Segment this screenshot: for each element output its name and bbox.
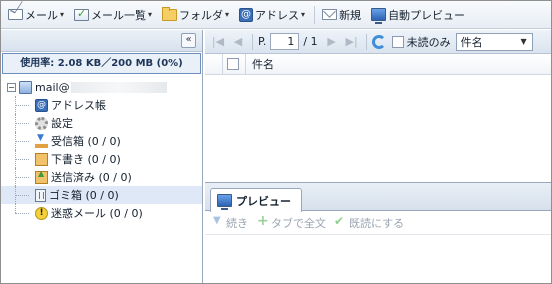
unread-only-checkbox[interactable] [391,35,404,48]
chevron-down-icon[interactable]: ▼ [517,35,531,49]
last-page-icon[interactable]: ▶| [345,35,359,49]
page-total: / 1 [303,35,318,48]
redacted-address [70,81,167,93]
tab-preview-label: プレビュー [236,194,291,208]
sidebar-item-address-book[interactable]: @ アドレス帳 [1,96,202,114]
storage-usage: 使用率: 2.08 KB／200 MB (0%) [2,53,201,74]
sort-select[interactable]: 件名 ▼ [455,32,533,51]
sidebar-item-label: ゴミ箱 (0 / 0) [49,189,119,202]
first-page-icon[interactable]: |◀ [211,35,225,49]
new-tab-icon [256,213,269,229]
mail-list-menu-button[interactable]: メール一覧 ▾ [71,4,155,26]
message-grid-header: 件名 [205,53,551,75]
folder-tree: − mail@ @ アドレス帳 設定 受信箱 (0 / 0) 下書き (0 / … [1,74,202,222]
select-all-cell [205,53,245,75]
continue-label: 続き [226,216,248,230]
draft-icon [35,152,48,166]
chevron-down-icon: ▾ [60,10,65,19]
auto-preview-button[interactable]: 自動プレビュー [368,4,468,26]
next-page-icon[interactable]: ▶ [325,35,339,49]
sidebar-item-label: 下書き (0 / 0) [51,153,121,166]
row-indicator-column [205,53,223,75]
folder-icon [162,6,178,21]
sort-select-value: 件名 [460,35,483,49]
address-book-icon: @ [239,7,254,22]
collapse-panel-button[interactable]: « [181,33,196,48]
folder-panel-header: « [1,30,202,52]
mail-list-icon [74,7,90,21]
address-menu-button[interactable]: @ アドレス ▾ [236,4,308,26]
folder-menu-label: フォルダ [179,8,224,22]
open-in-tab-button[interactable]: タブで全文 [256,213,326,231]
mail-list-menu-label: メール一覧 [91,8,147,22]
monitor-icon [371,8,387,24]
checkmark-icon [334,214,347,229]
sidebar-item-sent[interactable]: 送信済み (0 / 0) [1,168,202,186]
chevron-down-icon: ▾ [148,10,153,19]
chevron-down-icon: ▾ [301,10,306,19]
page-prefix: P. [258,35,267,48]
open-in-tab-label: タブで全文 [271,216,326,230]
prev-page-icon[interactable]: ◀ [231,35,245,49]
mail-icon [8,9,23,20]
preview-pane: プレビュー 続き タブで全文 既読にする [205,182,551,283]
toolbar-divider [314,5,316,24]
sidebar-item-inbox[interactable]: 受信箱 (0 / 0) [1,132,202,150]
address-menu-label: アドレス [255,8,300,22]
select-all-checkbox[interactable] [227,58,239,70]
mark-read-button[interactable]: 既読にする [334,214,405,231]
gear-icon [35,116,48,130]
sidebar-item-spam[interactable]: ! 迷惑メール (0 / 0) [1,204,202,222]
account-node[interactable]: − mail@ [1,78,202,96]
sidebar-item-label: 受信箱 (0 / 0) [51,135,121,148]
monitor-icon [217,194,232,210]
auto-preview-label: 自動プレビュー [388,8,466,22]
preview-toolbar: 続き タブで全文 既読にする [205,211,551,235]
pagination-bar: |◀ ◀ P. 1 / 1 ▶ ▶| 未読のみ 件名 ▼ [205,30,551,54]
download-icon [211,215,224,229]
address-book-icon: @ [35,98,48,112]
refresh-icon[interactable] [371,34,386,49]
unread-only-label: 未読のみ [406,35,451,49]
sidebar-item-label: 送信済み (0 / 0) [51,171,132,184]
sidebar-item-label: 迷惑メール (0 / 0) [51,207,143,220]
new-mail-button[interactable]: 新規 [319,4,364,26]
continue-button[interactable]: 続き [211,215,248,231]
compose-icon [322,9,338,20]
collapse-tree-icon[interactable]: − [7,82,16,92]
folder-menu-button[interactable]: フォルダ ▾ [159,4,232,26]
sidebar-item-label: アドレス帳 [51,99,106,112]
spam-icon: ! [35,206,48,220]
sidebar-item-trash[interactable]: ゴミ箱 (0 / 0) [1,186,202,204]
pagination-divider [252,33,253,50]
preview-tab-strip: プレビュー [205,183,551,212]
page-number-input[interactable]: 1 [270,33,300,50]
mail-menu-label: メール [25,8,58,22]
inbox-icon [35,133,48,148]
account-icon [19,80,32,94]
mail-menu-button[interactable]: メール ▾ [5,4,67,26]
main-toolbar: メール ▾ メール一覧 ▾ フォルダ ▾ @ アドレス ▾ 新規 自動プレビュー [1,1,551,29]
sent-icon [35,169,48,184]
trash-icon [35,188,46,202]
folder-panel: « 使用率: 2.08 KB／200 MB (0%) − mail@ @ アドレ… [1,30,203,283]
mark-read-label: 既読にする [349,216,405,230]
pagination-divider [365,33,367,50]
sidebar-item-drafts[interactable]: 下書き (0 / 0) [1,150,202,168]
new-mail-label: 新規 [339,8,362,22]
chevron-down-icon: ▾ [225,10,230,19]
tab-preview[interactable]: プレビュー [210,188,302,212]
account-label: mail@ [35,80,70,94]
column-header-subject[interactable]: 件名 [245,53,551,75]
sidebar-item-settings[interactable]: 設定 [1,114,202,132]
sidebar-item-label: 設定 [51,117,73,130]
